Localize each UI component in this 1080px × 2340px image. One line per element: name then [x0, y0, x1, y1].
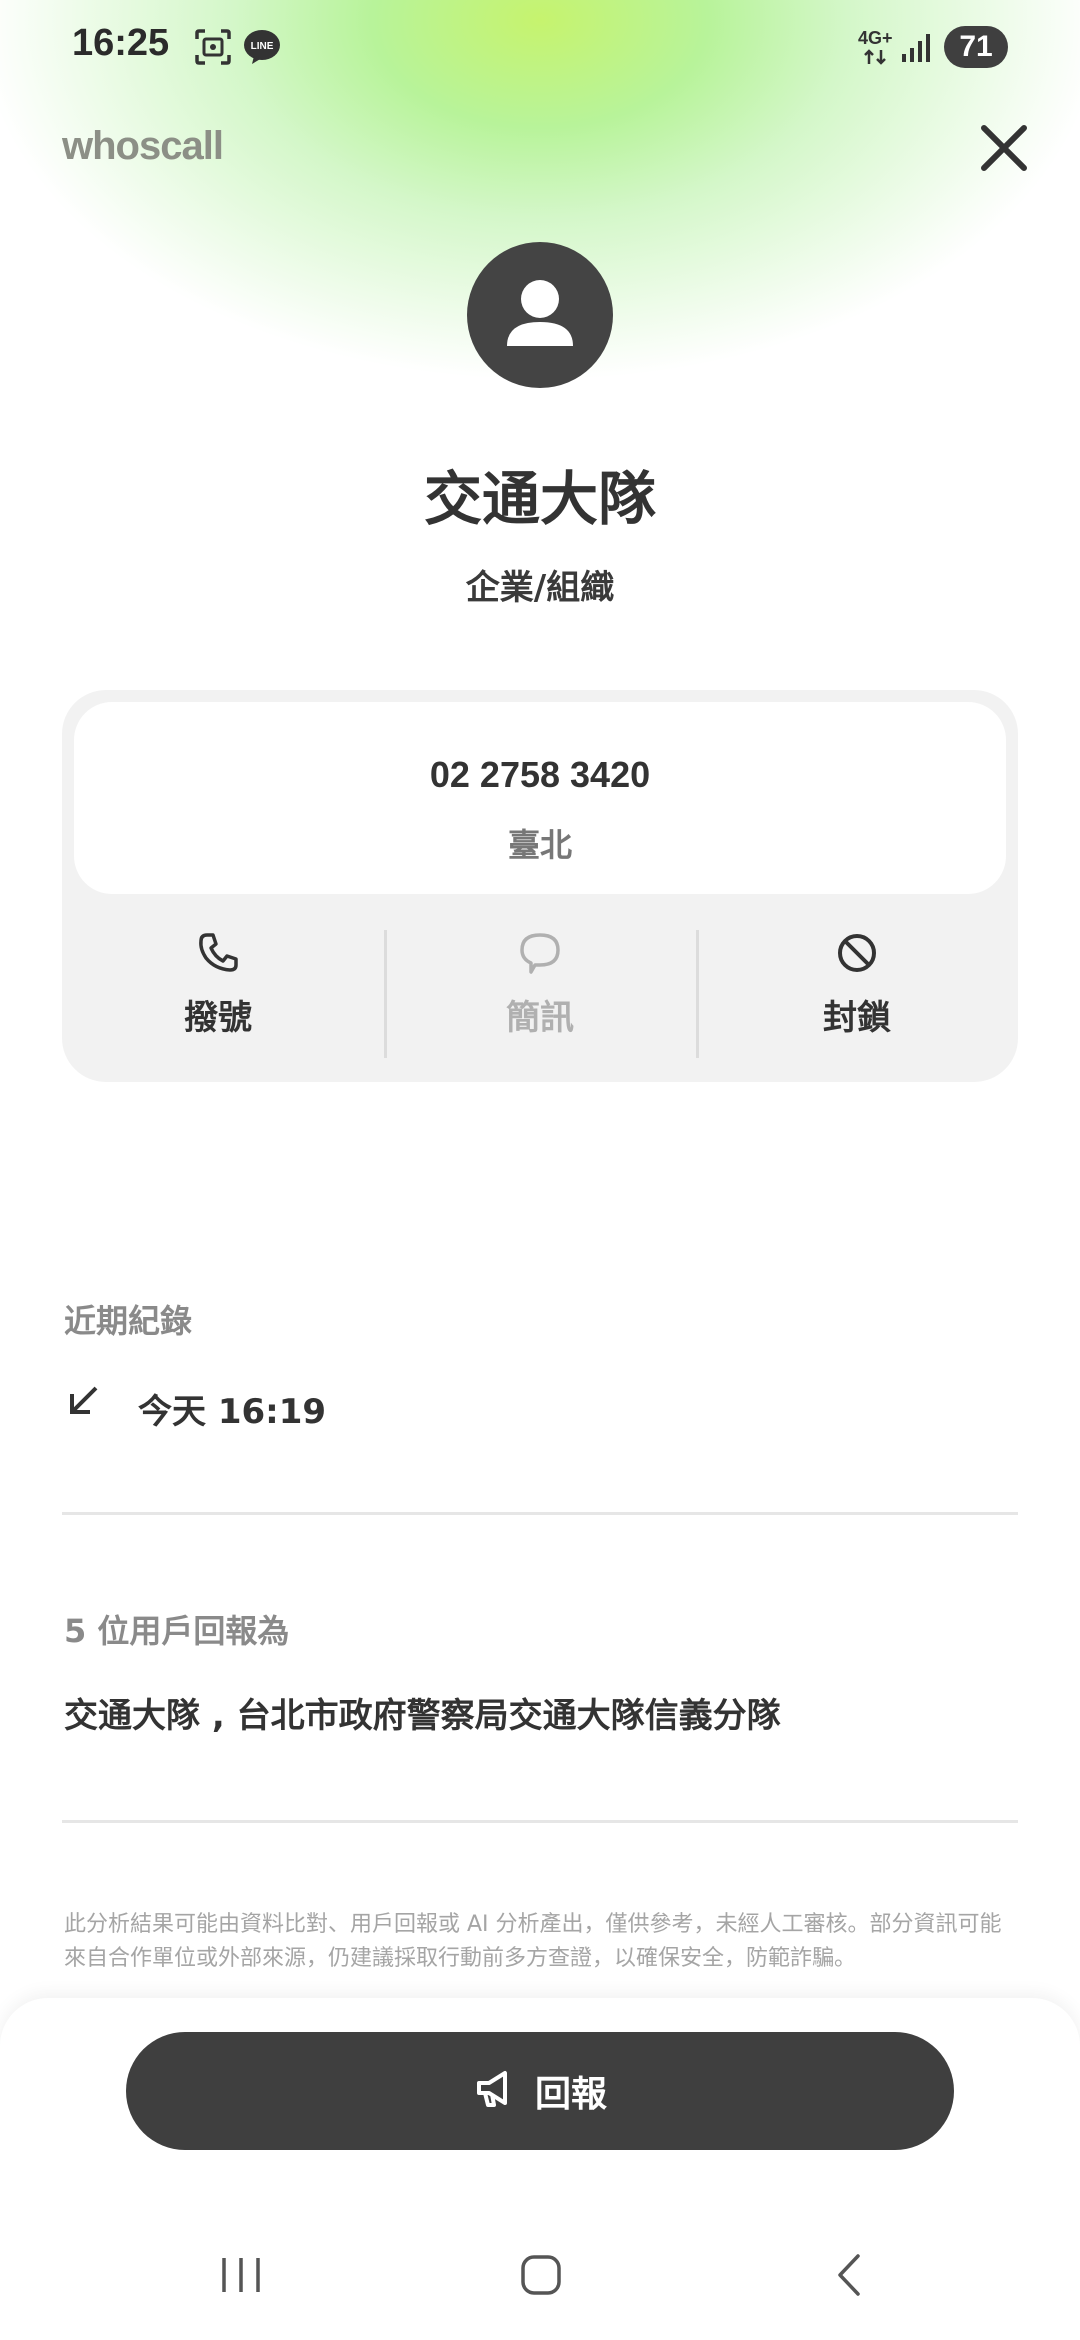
person-icon [467, 280, 613, 392]
block-label: 封鎖 [823, 998, 891, 1038]
signal-icon [902, 32, 932, 66]
contact-name: 交通大隊 [423, 465, 656, 533]
phone-number: 02 2758 3420 [429, 754, 651, 795]
data-arrows-icon [862, 48, 890, 70]
contact-card: 02 2758 3420 臺北 撥號 簡訊 封鎖 [62, 690, 1018, 1082]
system-nav-bar [0, 2228, 1080, 2328]
call-log-row[interactable]: 今天 16:19 [64, 1378, 964, 1438]
phone-location: 臺北 [507, 826, 572, 864]
status-bar: 16:25 LINE 4G+ 71 [0, 0, 1080, 96]
reports-title: 5 位用戶回報為 [64, 1612, 290, 1650]
incoming-call-arrow-icon [64, 1382, 104, 1426]
home-icon[interactable] [518, 2252, 564, 2302]
sms-button[interactable]: 簡訊 [384, 930, 696, 1060]
disclaimer: 此分析結果可能由資料比對、用戶回報或 AI 分析產出，僅供參考，未經人工審核。部… [64, 1912, 1002, 1971]
block-icon [696, 930, 1018, 976]
megaphone-icon [473, 2067, 517, 2115]
battery-indicator: 71 [944, 26, 1008, 68]
phone-icon [62, 930, 374, 976]
report-text: 交通大隊 , 台北市政府警察局交通大隊信義分隊 [64, 1696, 781, 1736]
contact-type: 企業/組織 [465, 568, 615, 608]
sms-label: 簡訊 [506, 998, 574, 1038]
line-app-icon: LINE [242, 28, 282, 70]
call-time: 今天 16:19 [138, 1392, 327, 1432]
report-button[interactable]: 回報 [126, 2032, 954, 2150]
avatar [467, 242, 613, 388]
close-button[interactable] [976, 120, 1032, 176]
section-divider [62, 1512, 1018, 1515]
call-label: 撥號 [184, 998, 252, 1038]
recent-apps-icon[interactable] [218, 2252, 264, 2302]
screenshot-icon [194, 28, 232, 70]
block-button[interactable]: 封鎖 [696, 930, 1018, 1060]
recent-title: 近期紀錄 [64, 1302, 193, 1340]
section-divider [62, 1820, 1018, 1823]
network-type: 4G+ [858, 28, 893, 48]
message-icon [384, 930, 696, 976]
back-icon[interactable] [826, 2252, 872, 2302]
svg-text:LINE: LINE [251, 41, 274, 52]
report-button-label: 回報 [534, 2074, 607, 2115]
call-button[interactable]: 撥號 [62, 930, 374, 1060]
close-icon [976, 125, 1032, 180]
number-panel[interactable]: 02 2758 3420 臺北 [74, 702, 1006, 894]
status-time: 16:25 [72, 22, 170, 64]
brand-logo: whoscall [62, 124, 224, 168]
bottom-sheet: 回報 [0, 1998, 1080, 2340]
